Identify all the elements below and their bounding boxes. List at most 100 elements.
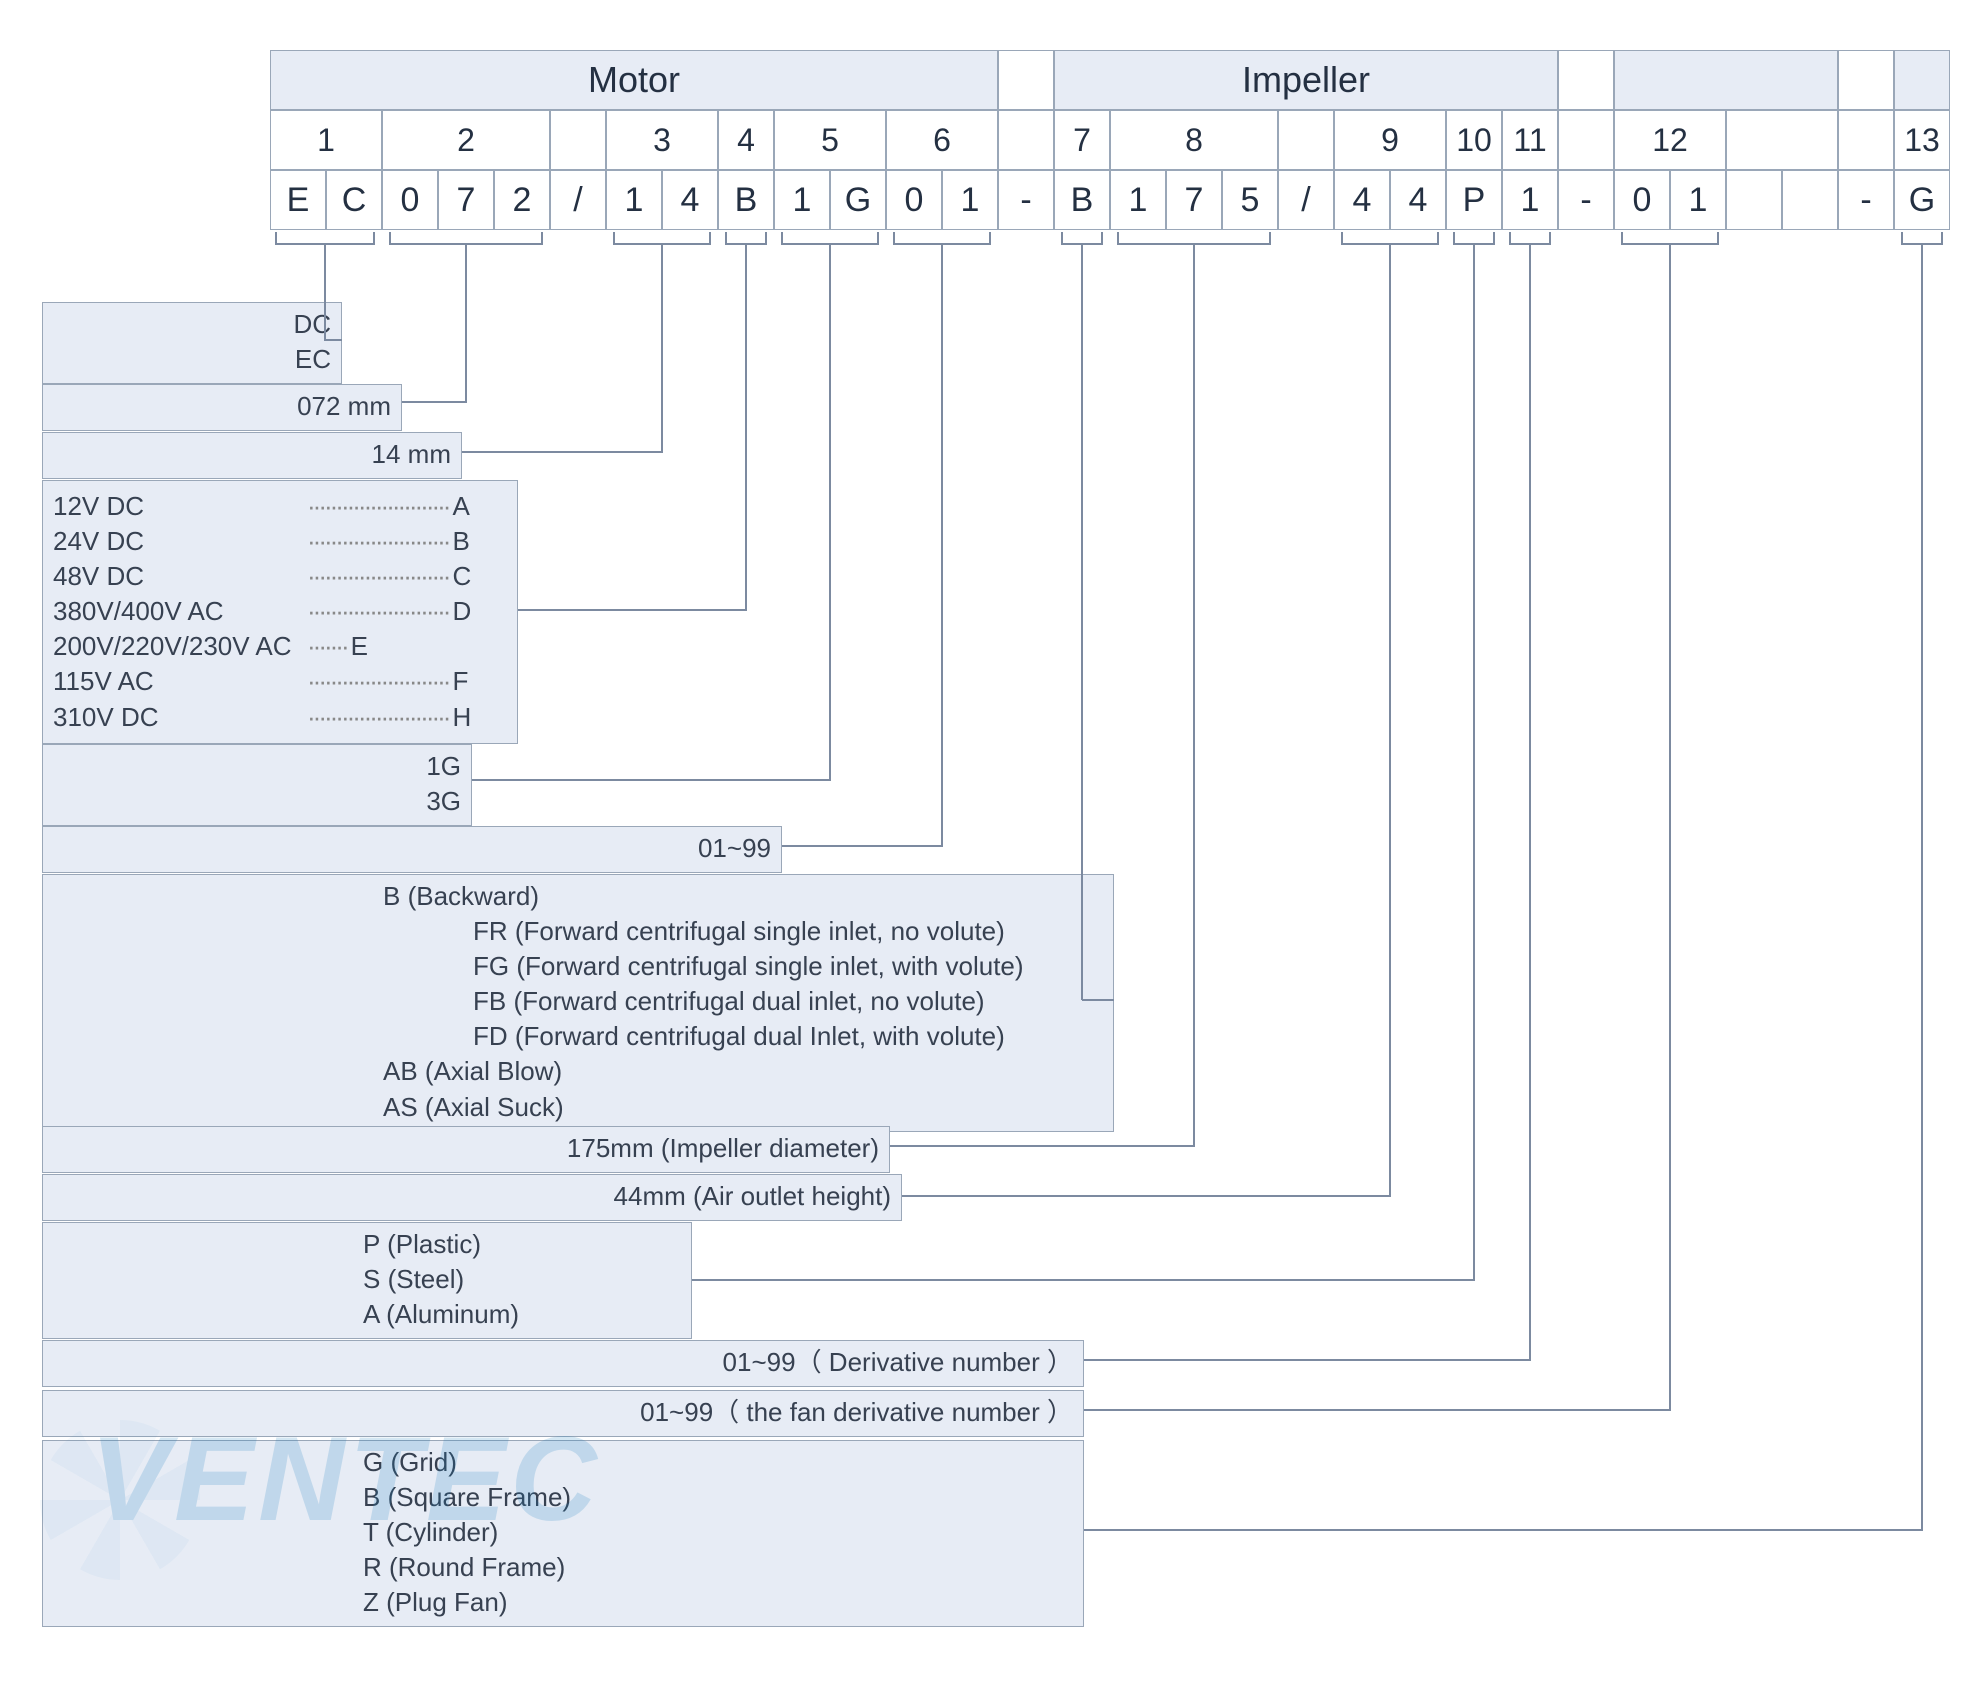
code-char: 1 — [606, 170, 662, 230]
code-char: / — [550, 170, 606, 230]
code-char: G — [830, 170, 886, 230]
legend-pos6-text: 01~99 — [53, 831, 771, 866]
legend-pos9-text: 44mm (Air outlet height) — [53, 1179, 891, 1214]
code-char: 1 — [942, 170, 998, 230]
legend-pos7-b: B (Backward) — [383, 879, 1103, 914]
code-char: 5 — [1222, 170, 1278, 230]
legend-pos4-row: 115V ACF — [53, 664, 507, 699]
header-motor: Motor — [270, 50, 998, 110]
code-char: C — [326, 170, 382, 230]
legend-pos7-fb: FB (Forward centrifugal dual inlet, no v… — [383, 984, 1103, 1019]
legend-pos8: 175mm (Impeller diameter) — [42, 1126, 890, 1173]
code-char: 7 — [438, 170, 494, 230]
code-char: 4 — [1390, 170, 1446, 230]
pos-7: 7 — [1054, 110, 1110, 170]
pos-8: 8 — [1110, 110, 1278, 170]
legend-pos11: 01~99（ Derivative number ） — [42, 1340, 1084, 1387]
pos-6: 6 — [886, 110, 998, 170]
pos-1: 1 — [270, 110, 382, 170]
code-table: Motor Impeller 1 2 3 4 5 6 7 8 9 10 11 — [270, 50, 1950, 230]
legend-pos5-b: 3G — [53, 784, 461, 819]
legend-pos1: DC EC — [42, 302, 342, 384]
code-char: B — [718, 170, 774, 230]
legend-pos7: B (Backward) FR (Forward centrifugal sin… — [42, 874, 1114, 1132]
legend-pos11-text: 01~99（ Derivative number ） — [53, 1345, 1073, 1380]
pos-9: 9 — [1334, 110, 1446, 170]
legend-pos2-text: 072 mm — [53, 389, 391, 424]
code-char: - — [1838, 170, 1894, 230]
legend-pos10-s: S (Steel) — [363, 1262, 681, 1297]
header-gap-2 — [1558, 50, 1614, 110]
legend-pos4-row: 24V DCB — [53, 524, 507, 559]
legend-pos13-r: R (Round Frame) — [363, 1550, 1073, 1585]
code-char: 7 — [1166, 170, 1222, 230]
code-char: 1 — [1670, 170, 1726, 230]
legend-pos4-row: 200V/220V/230V ACE — [53, 629, 507, 664]
legend-pos5-a: 1G — [53, 749, 461, 784]
legend-pos7-fd: FD (Forward centrifugal dual Inlet, with… — [383, 1019, 1103, 1054]
legend-pos7-ab: AB (Axial Blow) — [383, 1054, 1103, 1089]
code-char: E — [270, 170, 326, 230]
pos-blank-b — [998, 110, 1054, 170]
code-char: 4 — [662, 170, 718, 230]
legend-pos4-row: 310V DCH — [53, 700, 507, 735]
code-char: P — [1446, 170, 1502, 230]
code-char: 0 — [886, 170, 942, 230]
code-char: 1 — [1110, 170, 1166, 230]
legend-pos4-row: 48V DCC — [53, 559, 507, 594]
legend-pos7-fr: FR (Forward centrifugal single inlet, no… — [383, 914, 1103, 949]
legend-pos5: 1G 3G — [42, 744, 472, 826]
pos-3: 3 — [606, 110, 718, 170]
header-gap-3 — [1614, 50, 1838, 110]
code-char: G — [1894, 170, 1950, 230]
legend-pos3-text: 14 mm — [53, 437, 451, 472]
code-char: 1 — [1502, 170, 1558, 230]
legend-pos2: 072 mm — [42, 384, 402, 431]
pos-12: 12 — [1614, 110, 1726, 170]
code-char: 4 — [1334, 170, 1390, 230]
position-row: 1 2 3 4 5 6 7 8 9 10 11 12 13 — [270, 110, 1950, 170]
legend-pos10-p: P (Plastic) — [363, 1227, 681, 1262]
code-char: / — [1278, 170, 1334, 230]
code-char: 0 — [1614, 170, 1670, 230]
pos-blank-a — [550, 110, 606, 170]
pos-2: 2 — [382, 110, 550, 170]
legend-pos1-ec: EC — [53, 342, 331, 377]
pos-11: 11 — [1502, 110, 1558, 170]
legend-pos10: P (Plastic) S (Steel) A (Aluminum) — [42, 1222, 692, 1339]
pos-blank-d — [1558, 110, 1614, 170]
pos-10: 10 — [1446, 110, 1502, 170]
code-char: 2 — [494, 170, 550, 230]
code-char: - — [998, 170, 1054, 230]
legend-pos7-as: AS (Axial Suck) — [383, 1090, 1103, 1125]
code-char: 0 — [382, 170, 438, 230]
code-char: 1 — [774, 170, 830, 230]
legend-pos4: 12V DCA24V DCB48V DCC380V/400V ACD200V/2… — [42, 480, 518, 744]
legend-pos7-fg: FG (Forward centrifugal single inlet, wi… — [383, 949, 1103, 984]
legend-pos10-a: A (Aluminum) — [363, 1297, 681, 1332]
code-blank — [1782, 170, 1838, 230]
code-row: EC072/14B1G01-B175/44P1-01-G — [270, 170, 1950, 230]
legend-pos8-text: 175mm (Impeller diameter) — [53, 1131, 879, 1166]
header-gap-4 — [1838, 50, 1894, 110]
legend-pos1-dc: DC — [53, 307, 331, 342]
header-row: Motor Impeller — [270, 50, 1950, 110]
header-gap-1 — [998, 50, 1054, 110]
code-char: - — [1558, 170, 1614, 230]
pos-blank-c — [1278, 110, 1334, 170]
code-blank — [1726, 170, 1782, 230]
legend-pos3: 14 mm — [42, 432, 462, 479]
watermark: VENTEC — [90, 1410, 601, 1548]
diagram-stage: Motor Impeller 1 2 3 4 5 6 7 8 9 10 11 — [0, 0, 1974, 1704]
legend-pos9: 44mm (Air outlet height) — [42, 1174, 902, 1221]
header-impeller: Impeller — [1054, 50, 1558, 110]
legend-pos4-row: 12V DCA — [53, 489, 507, 524]
pos-5: 5 — [774, 110, 886, 170]
legend-pos6: 01~99 — [42, 826, 782, 873]
legend-pos4-row: 380V/400V ACD — [53, 594, 507, 629]
pos-13: 13 — [1894, 110, 1950, 170]
pos-blank-e — [1726, 110, 1838, 170]
code-char: B — [1054, 170, 1110, 230]
header-gap-5 — [1894, 50, 1950, 110]
pos-4: 4 — [718, 110, 774, 170]
